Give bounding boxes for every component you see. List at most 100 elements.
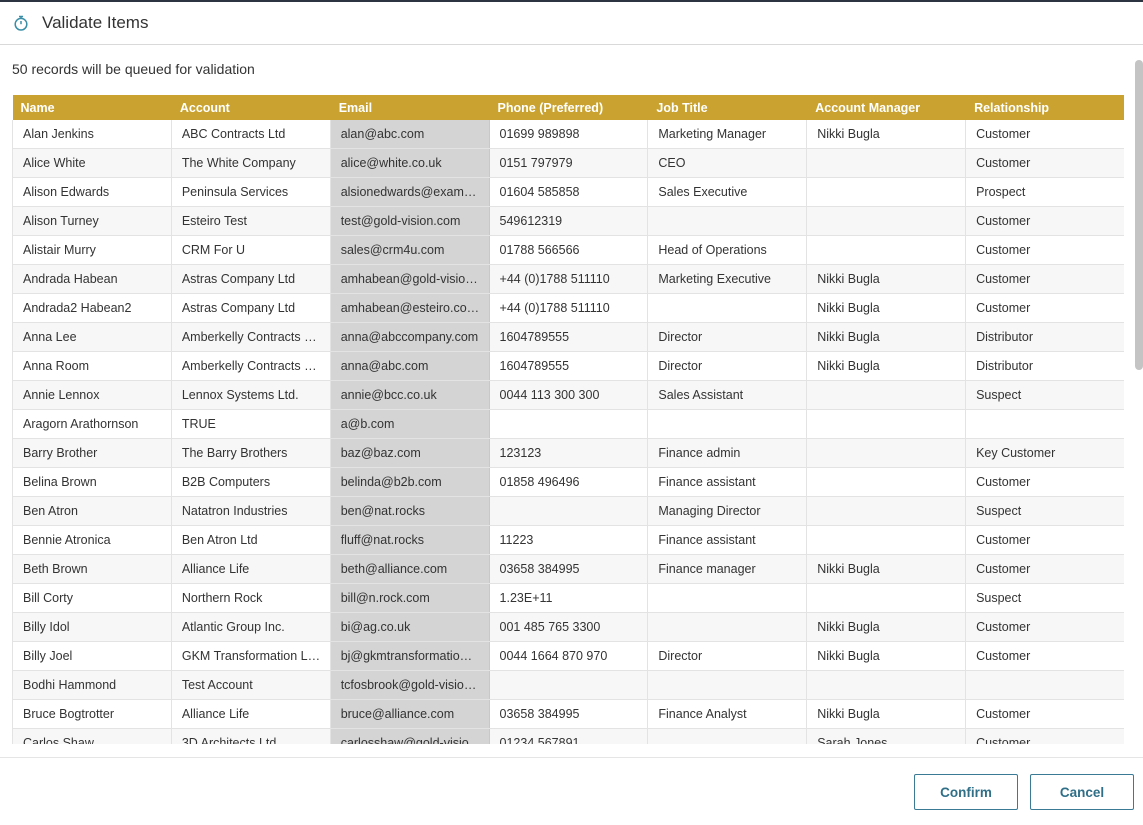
- cell-phone: 01234 567891: [489, 728, 649, 744]
- cell-phone: +44 (0)1788 511110: [489, 264, 649, 294]
- table-row[interactable]: Alison Turney Esteiro Test test@gold-visio…: [12, 206, 1124, 236]
- table-row[interactable]: Alice White The White Company alice@white.…: [12, 148, 1124, 178]
- column-header-email[interactable]: Email: [330, 95, 490, 120]
- cell-phone: +44 (0)1788 511110: [489, 293, 649, 323]
- cell-name: Andrada2 Habean2: [12, 293, 172, 323]
- cell-relationship: Key Customer: [965, 438, 1124, 468]
- cell-relationship: Customer: [965, 235, 1124, 265]
- table-row[interactable]: Bodhi Hammond Test Account tcfosbrook@gold…: [12, 670, 1124, 700]
- table-row[interactable]: Carlos Shaw 3D Architects Ltd carlosshaw@g…: [12, 728, 1124, 744]
- cell-account-manager: [806, 525, 967, 555]
- confirm-button[interactable]: Confirm: [914, 774, 1018, 810]
- table-row[interactable]: Alistair Murry CRM For Usales@crm4u.com 01…: [12, 235, 1124, 265]
- cell-phone: 549612319: [489, 206, 649, 236]
- table-row[interactable]: Andrada Habean Astras Company Ltd amhabean…: [12, 264, 1124, 294]
- cell-name: Alice White: [12, 148, 172, 178]
- table-row[interactable]: Belina Brown B2B Computers belinda@b2b.com…: [12, 467, 1124, 497]
- cell-job-title: CEO: [647, 148, 808, 178]
- table-row[interactable]: Billy Joel GKM Transformation L… bj@gkmtra…: [12, 641, 1124, 671]
- cell-phone: [489, 409, 649, 439]
- column-header-phone[interactable]: Phone (Preferred): [489, 95, 649, 120]
- cell-account: Astras Company Ltd: [171, 293, 331, 323]
- table-row[interactable]: Bennie Atronica Ben Atron Ltd fluff@nat.ro…: [12, 525, 1124, 555]
- cell-account: 3D Architects Ltd: [171, 728, 331, 744]
- cell-account: Amberkelly Contracts …: [171, 322, 331, 352]
- cell-email: alan@abc.com: [330, 120, 490, 149]
- cell-account-manager: [806, 177, 967, 207]
- cell-job-title: Marketing Manager: [647, 120, 808, 149]
- cell-relationship: Distributor: [965, 351, 1124, 381]
- table-row[interactable]: Beth Brown Alliance Life beth@alliance.com…: [12, 554, 1124, 584]
- cell-email: amhabean@gold-visio…: [330, 264, 490, 294]
- cell-account-manager: [806, 670, 967, 700]
- cell-email: bi@ag.co.uk: [330, 612, 490, 642]
- column-header-account-manager[interactable]: Account Manager: [806, 95, 967, 120]
- cell-job-title: Finance assistant: [647, 467, 808, 497]
- column-header-relationship[interactable]: Relationship: [965, 95, 1124, 120]
- cell-name: Alan Jenkins: [12, 120, 172, 149]
- cell-email: anna@abccompany.com: [330, 322, 490, 352]
- cell-relationship: Customer: [965, 264, 1124, 294]
- cell-job-title: Finance assistant: [647, 525, 808, 555]
- cell-job-title: Finance manager: [647, 554, 808, 584]
- cell-job-title: [647, 409, 808, 439]
- cell-email: bill@n.rock.com: [330, 583, 490, 613]
- column-header-account[interactable]: Account: [171, 95, 331, 120]
- cell-job-title: Managing Director: [647, 496, 808, 526]
- table-row[interactable]: Billy Idol Atlantic Group Inc. bi@ag.co.uk…: [12, 612, 1124, 642]
- cell-account-manager: [806, 583, 967, 613]
- table-row[interactable]: Annie Lennox Lennox Systems Ltd. annie@bcc…: [12, 380, 1124, 410]
- table-row[interactable]: Anna Room Amberkelly Contracts … anna@abc.…: [12, 351, 1124, 381]
- cell-account: Esteiro Test: [171, 206, 331, 236]
- cell-name: Alison Edwards: [12, 177, 172, 207]
- cell-job-title: [647, 670, 808, 700]
- cell-job-title: Director: [647, 322, 808, 352]
- cell-phone: 03658 384995: [489, 699, 649, 729]
- cell-email: alice@white.co.uk: [330, 148, 490, 178]
- table-row[interactable]: Ben Atron Natatron Industries ben@nat.rock…: [12, 496, 1124, 526]
- cell-email: carlosshaw@gold-visio…: [330, 728, 490, 744]
- records-table: Name Account Email Phone (Preferred) Job…: [12, 95, 1124, 744]
- cell-phone: 1604789555: [489, 351, 649, 381]
- cell-account: Astras Company Ltd: [171, 264, 331, 294]
- table-row[interactable]: Andrada2 Habean2 Astras Company Ltd amhabe…: [12, 293, 1124, 323]
- table-row[interactable]: Aragorn Arathornson TRUE a@b.com: [12, 409, 1124, 439]
- cell-phone: 0044 1664 870 970: [489, 641, 649, 671]
- table-row[interactable]: Anna Lee Amberkelly Contracts … anna@abcco…: [12, 322, 1124, 352]
- cell-account-manager: Nikki Bugla: [806, 322, 967, 352]
- cell-account-manager: Nikki Bugla: [806, 699, 967, 729]
- table-row[interactable]: Bill Corty Northern Rock bill@n.rock.com 1.…: [12, 583, 1124, 613]
- cell-phone: 0044 113 300 300: [489, 380, 649, 410]
- cell-account: Natatron Industries: [171, 496, 331, 526]
- cell-email: a@b.com: [330, 409, 490, 439]
- cell-phone: 01788 566566: [489, 235, 649, 265]
- cell-relationship: Customer: [965, 641, 1124, 671]
- records-grid[interactable]: Name Account Email Phone (Preferred) Job…: [12, 95, 1124, 744]
- cell-phone: 1604789555: [489, 322, 649, 352]
- cell-account: TRUE: [171, 409, 331, 439]
- cell-relationship: [965, 409, 1124, 439]
- cell-email: belinda@b2b.com: [330, 467, 490, 497]
- cell-relationship: Customer: [965, 699, 1124, 729]
- cell-job-title: [647, 612, 808, 642]
- cell-name: Annie Lennox: [12, 380, 172, 410]
- cell-account-manager: Nikki Bugla: [806, 264, 967, 294]
- cell-job-title: Finance admin: [647, 438, 808, 468]
- table-row[interactable]: Barry Brother The Barry Brothers baz@baz.c…: [12, 438, 1124, 468]
- cell-email: bruce@alliance.com: [330, 699, 490, 729]
- cell-account: Northern Rock: [171, 583, 331, 613]
- table-row[interactable]: Alison Edwards Peninsula Services alsioned…: [12, 177, 1124, 207]
- table-row[interactable]: Alan Jenkins ABC Contracts Ltd alan@abc.co…: [12, 120, 1124, 149]
- cell-job-title: Director: [647, 641, 808, 671]
- table-row[interactable]: Bruce Bogtrotter Alliance Life bruce@allia…: [12, 699, 1124, 729]
- table-body: Alan Jenkins ABC Contracts Ltd alan@abc.co…: [12, 120, 1124, 744]
- cell-phone: 001 485 765 3300: [489, 612, 649, 642]
- cell-email: beth@alliance.com: [330, 554, 490, 584]
- dialog-scrollbar[interactable]: [1135, 60, 1143, 370]
- cell-relationship: Customer: [965, 554, 1124, 584]
- cell-email: alsionedwards@exam…: [330, 177, 490, 207]
- cell-account-manager: [806, 148, 967, 178]
- cancel-button[interactable]: Cancel: [1030, 774, 1134, 810]
- column-header-job-title[interactable]: Job Title: [647, 95, 808, 120]
- column-header-name[interactable]: Name: [12, 95, 172, 120]
